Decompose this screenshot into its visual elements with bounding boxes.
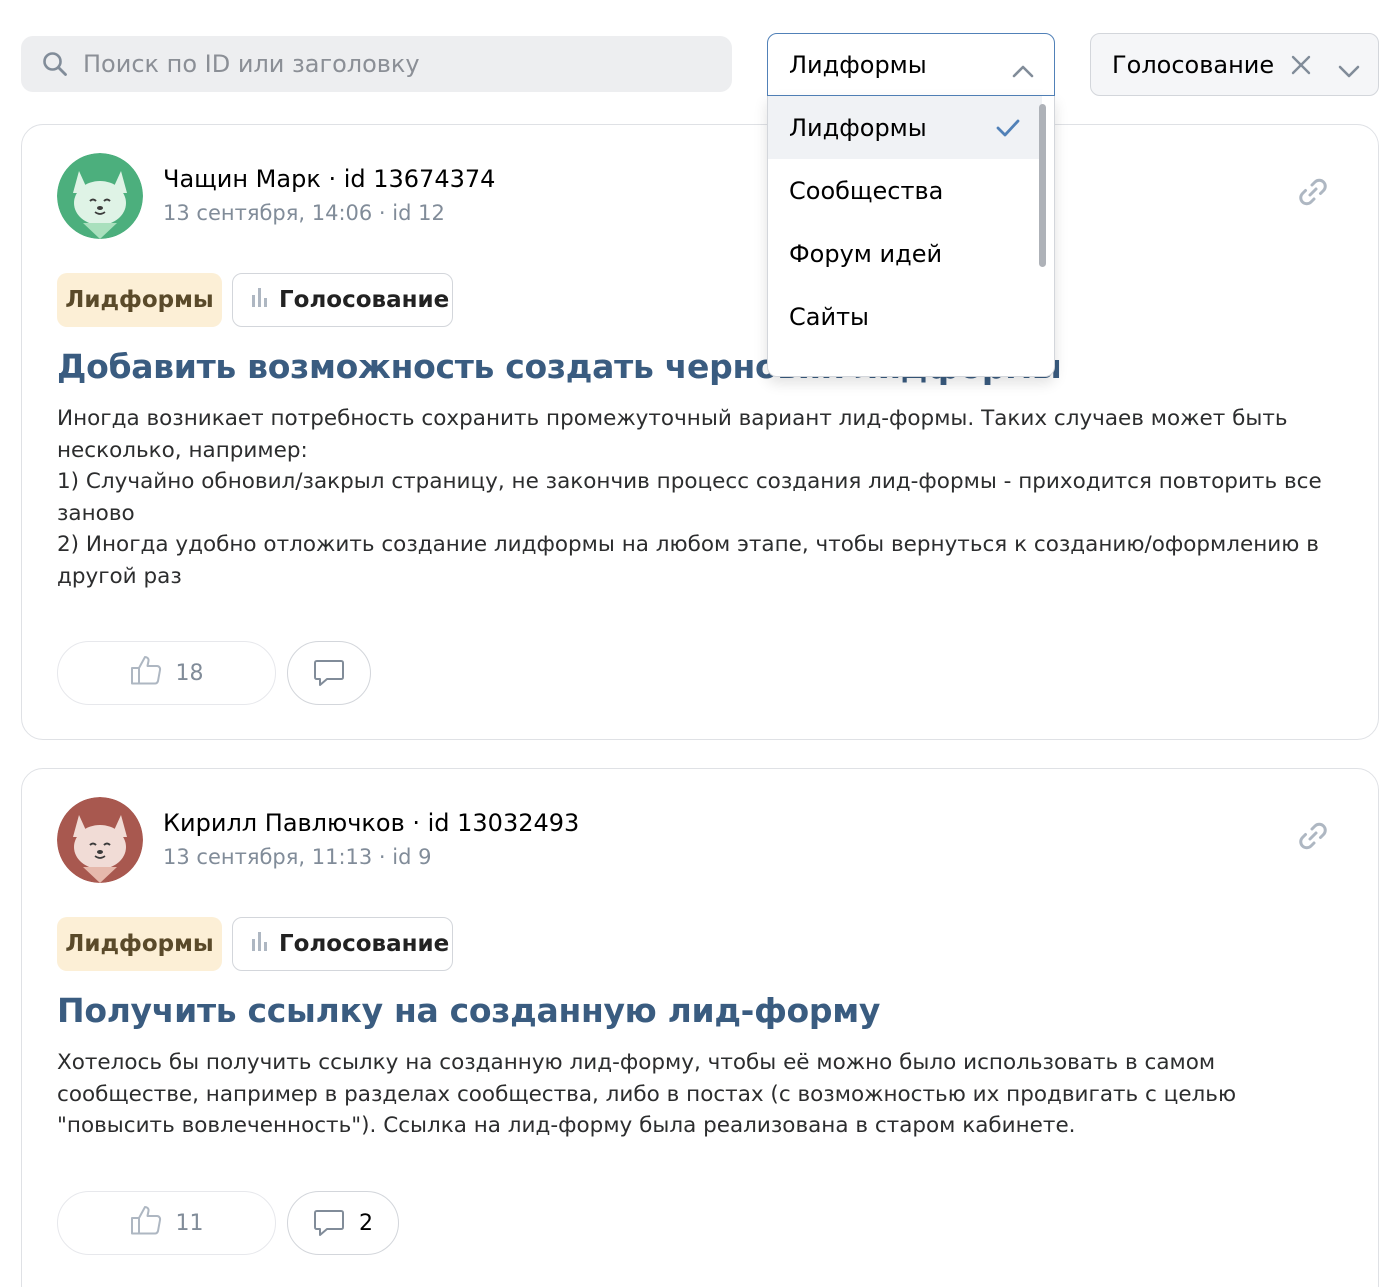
like-count: 11 <box>175 1210 204 1236</box>
bar-chart-icon <box>251 287 279 313</box>
avatar[interactable] <box>57 153 143 239</box>
like-button[interactable]: 18 <box>57 641 276 705</box>
post-body-paragraph: Иногда возникает потребность сохранить п… <box>57 406 1288 463</box>
check-icon <box>996 116 1020 144</box>
dropdown-option-label: Сообщества <box>789 176 944 205</box>
status-tag[interactable]: Голосование <box>232 273 453 327</box>
link-icon[interactable] <box>1296 175 1330 213</box>
dropdown-option-label: Лидформы <box>789 113 927 142</box>
avatar[interactable] <box>57 797 143 883</box>
dropdown-option-label: Форум идей <box>789 239 943 268</box>
like-button[interactable]: 11 <box>57 1191 276 1255</box>
chevron-up-icon <box>1012 56 1034 84</box>
type-filter-select[interactable]: Лидформы <box>767 33 1055 96</box>
thumbs-up-icon <box>130 655 176 691</box>
dropdown-option-sites[interactable]: Сайты <box>768 285 1042 348</box>
bar-chart-icon <box>251 931 279 957</box>
status-tag[interactable]: Голосование <box>232 917 453 971</box>
status-tag-label: Голосование <box>279 931 450 957</box>
dropdown-option-ideas-forum[interactable]: Форум идей <box>768 222 1042 285</box>
post-meta: 13 сентября, 14:06 · id 12 <box>163 201 445 225</box>
status-filter-select[interactable]: Голосование <box>1090 33 1379 96</box>
chevron-down-icon[interactable] <box>1338 56 1360 84</box>
comment-button[interactable] <box>287 641 371 705</box>
dropdown-option-label: Сайты <box>789 302 869 331</box>
post-card: Кирилл Павлючков · id 13032493 13 сентяб… <box>21 768 1379 1287</box>
category-tag[interactable]: Лидформы <box>57 917 222 971</box>
search-placeholder: Поиск по ID или заголовку <box>83 50 420 78</box>
status-filter-value: Голосование <box>1112 50 1275 79</box>
author-name[interactable]: Чащин Марк · id 13674374 <box>163 165 495 193</box>
link-icon[interactable] <box>1296 819 1330 857</box>
thumbs-up-icon <box>130 1205 176 1241</box>
post-title[interactable]: Получить ссылку на созданную лид-форму <box>57 991 880 1030</box>
author-name[interactable]: Кирилл Павлючков · id 13032493 <box>163 809 579 837</box>
search-icon <box>41 50 69 78</box>
post-body: Хотелось бы получить ссылку на созданную… <box>57 1047 1347 1142</box>
filter-bar: Поиск по ID или заголовку Лидформы Голос… <box>0 0 1388 110</box>
dropdown-scrollbar[interactable] <box>1039 104 1046 267</box>
post-card: Чащин Марк · id 13674374 13 сентября, 14… <box>21 124 1379 740</box>
clear-icon[interactable] <box>1290 54 1312 82</box>
dropdown-option-communities[interactable]: Сообщества <box>768 159 1042 222</box>
comment-icon <box>313 1208 359 1238</box>
type-filter-value: Лидформы <box>789 50 927 79</box>
dropdown-option-leadforms[interactable]: Лидформы <box>768 96 1042 159</box>
post-body: Иногда возникает потребность сохранить п… <box>57 403 1347 593</box>
post-body-paragraph: 2) Иногда удобно отложить создание лидфо… <box>57 532 1319 589</box>
search-input[interactable]: Поиск по ID или заголовку <box>21 36 732 92</box>
comment-button[interactable]: 2 <box>287 1191 399 1255</box>
type-dropdown-menu: Лидформы Сообщества Форум идей Сайты <box>767 96 1055 377</box>
post-body-paragraph: Хотелось бы получить ссылку на созданную… <box>57 1050 1237 1139</box>
like-count: 18 <box>175 660 204 686</box>
comment-icon <box>313 658 345 688</box>
category-tag[interactable]: Лидформы <box>57 273 222 327</box>
post-body-paragraph: 1) Случайно обновил/закрыл страницу, не … <box>57 469 1322 526</box>
post-meta: 13 сентября, 11:13 · id 9 <box>163 845 432 869</box>
status-tag-label: Голосование <box>279 287 450 313</box>
comment-count: 2 <box>359 1210 373 1236</box>
